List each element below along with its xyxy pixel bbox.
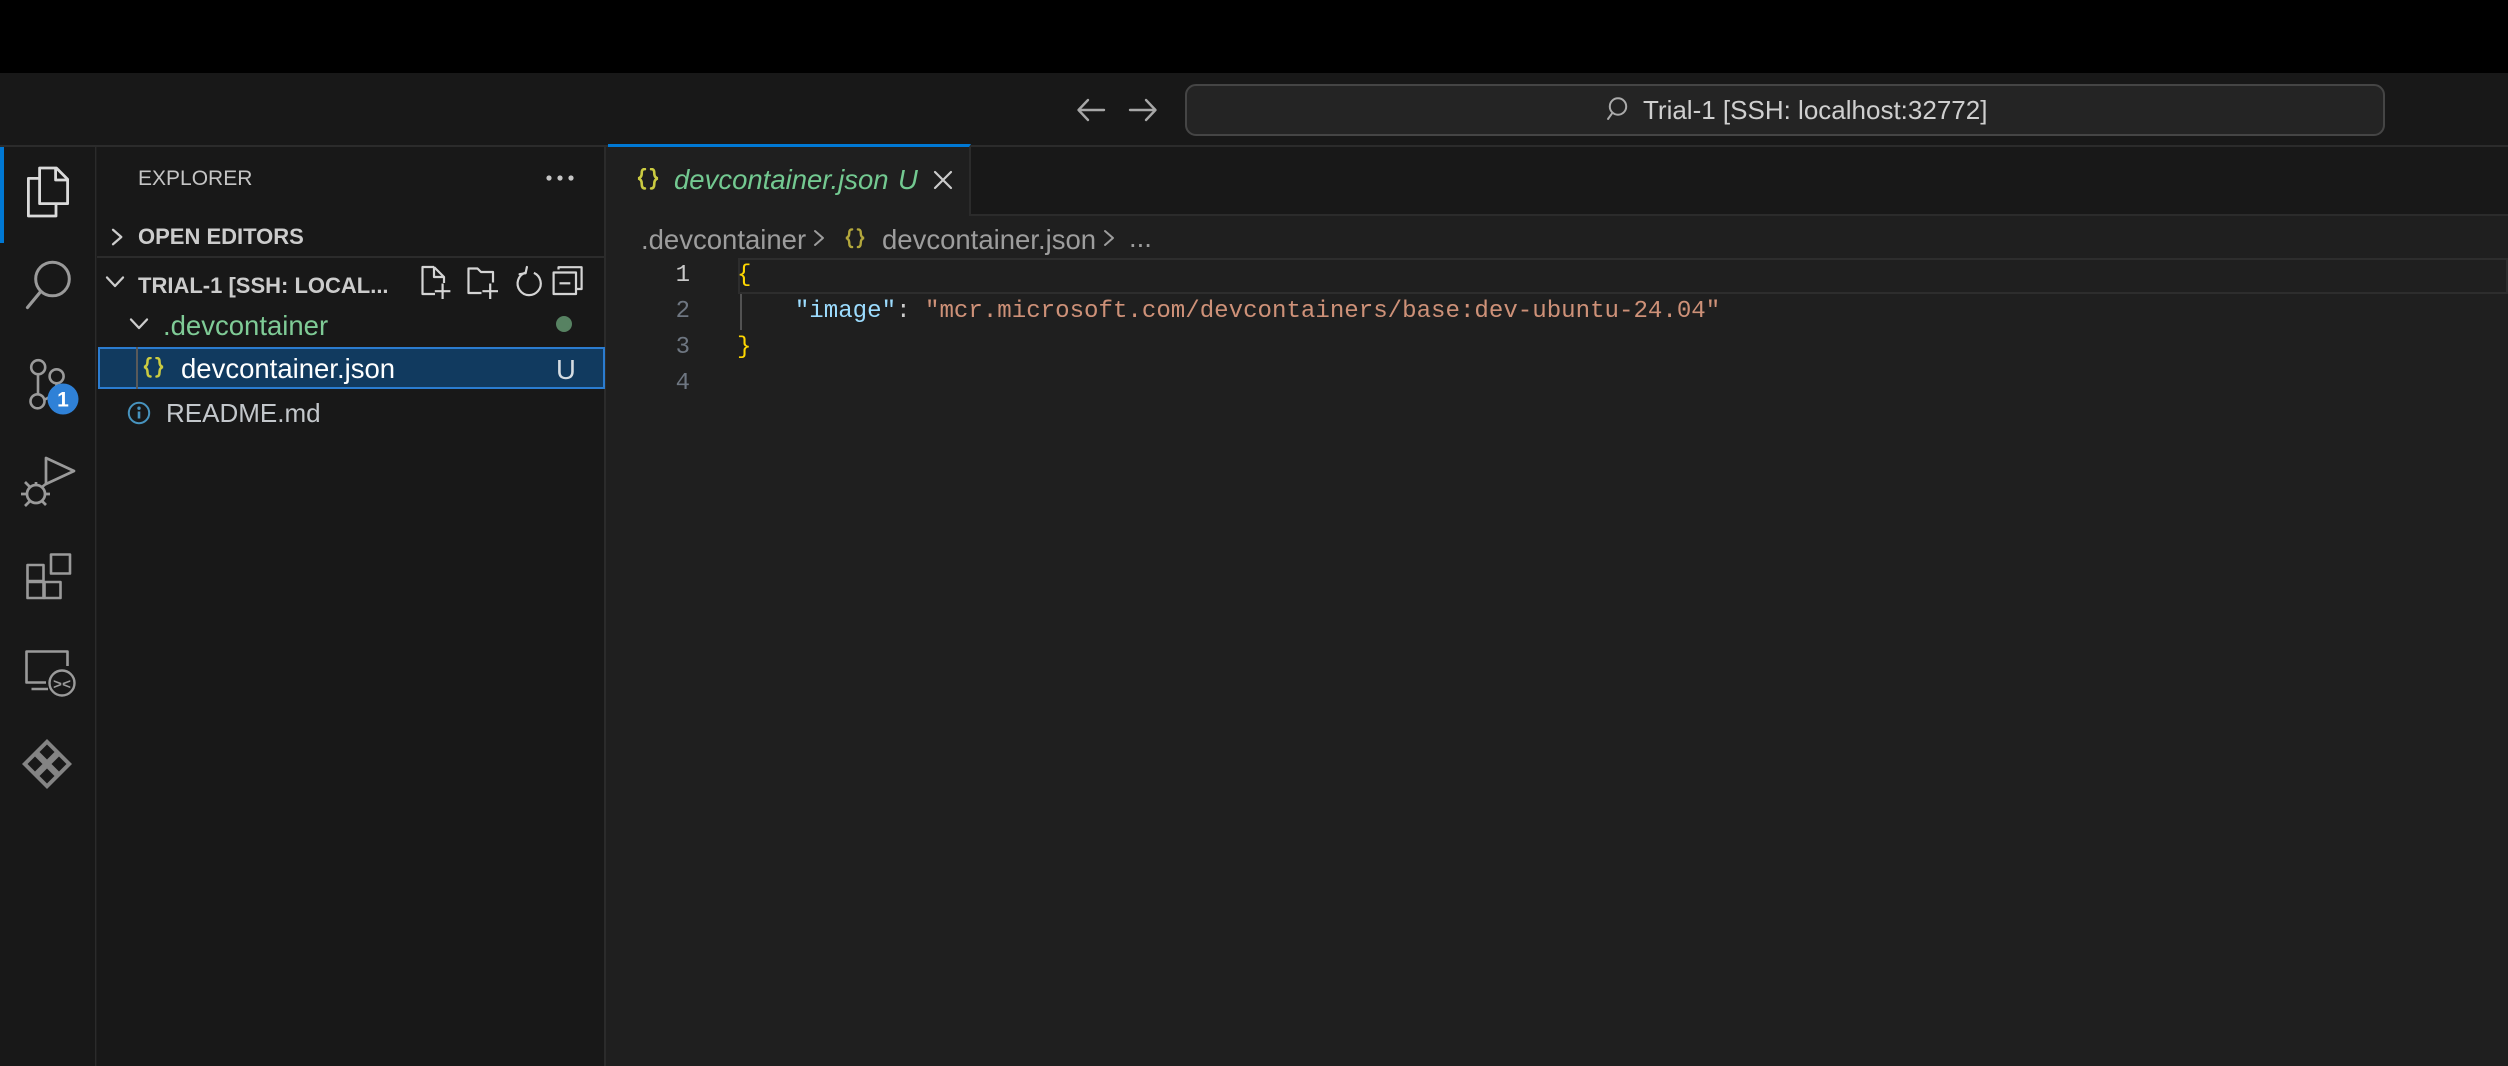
svg-text:1: 1: [57, 389, 69, 412]
svg-text:><: ><: [53, 677, 71, 694]
